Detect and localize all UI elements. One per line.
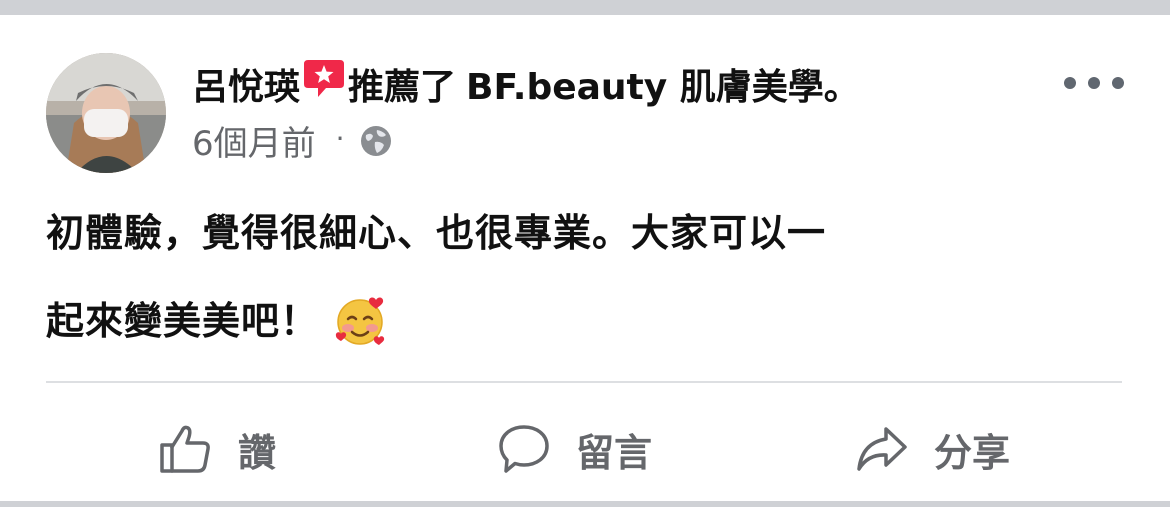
post-text-line-1: 初體驗，覺得很細心、也很專業。大家可以一 (46, 211, 827, 255)
avatar[interactable] (46, 53, 166, 173)
author-name[interactable]: 呂悅瑛 (192, 58, 300, 110)
recommended-page-link[interactable]: BF.beauty 肌膚美學 (466, 58, 824, 110)
post-meta: 6個月前 · (192, 119, 393, 164)
action-divider (46, 381, 1122, 383)
more-options-button[interactable] (1064, 71, 1124, 95)
share-button-label: 分享 (934, 430, 1011, 475)
post-body: 初體驗，覺得很細心、也很專業。大家可以一 起來變美美吧！ (46, 189, 1126, 365)
header-period: 。 (823, 67, 860, 108)
recommend-action-text: 推薦了 (348, 67, 457, 108)
like-button-label: 讚 (238, 430, 277, 475)
thumbs-up-icon (160, 425, 210, 473)
post-header: 呂悅瑛 推薦了 BF.beauty 肌膚美學 。 (192, 59, 860, 109)
share-button[interactable]: 分享 (854, 409, 1010, 489)
comment-bubble-icon (499, 425, 549, 473)
meta-separator: · (335, 121, 345, 155)
globe-icon (359, 124, 393, 158)
post-card: 呂悅瑛 推薦了 BF.beauty 肌膚美學 。 6個月前 · 初體驗，覺得很細… (0, 15, 1170, 501)
recommendation-star-bubble-icon (302, 56, 346, 100)
post-timestamp[interactable]: 6個月前 (192, 116, 316, 165)
more-horizontal-icon-dot (1064, 77, 1076, 89)
comment-button-label: 留言 (576, 430, 653, 475)
avatar-photo (46, 53, 166, 173)
more-horizontal-icon-dot (1088, 77, 1100, 89)
comment-button[interactable]: 留言 (496, 409, 652, 489)
smiling-face-with-hearts-icon (331, 292, 389, 350)
post-text-line: 起來變美美吧！ (46, 277, 1126, 365)
like-button[interactable]: 讚 (158, 409, 276, 489)
share-arrow-icon (857, 427, 907, 471)
post-text-line: 初體驗，覺得很細心、也很專業。大家可以一 (46, 189, 1126, 277)
post-action-bar: 讚 留言 分享 (0, 409, 1170, 489)
post-text-line-2: 起來變美美吧！ (46, 299, 320, 343)
more-horizontal-icon-dot (1112, 77, 1124, 89)
